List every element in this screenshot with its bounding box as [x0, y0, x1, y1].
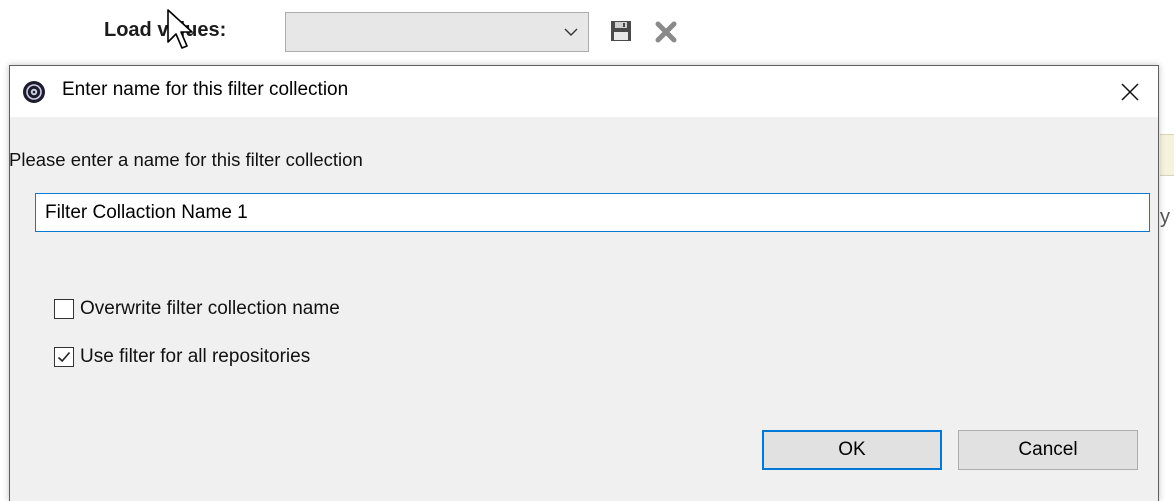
close-icon: [1121, 82, 1139, 101]
overwrite-name-label: Overwrite filter collection name: [80, 298, 340, 319]
load-values-label: Load values:: [104, 19, 227, 41]
use-all-repositories-option[interactable]: Use filter for all repositories: [54, 346, 310, 368]
filter-collection-name-input[interactable]: [35, 193, 1150, 232]
checkmark-icon: [57, 351, 71, 363]
dialog-titlebar[interactable]: Enter name for this filter collection: [10, 66, 1158, 117]
save-icon[interactable]: [610, 20, 632, 42]
delete-icon[interactable]: [653, 19, 679, 45]
background-panel-strip: [1160, 134, 1174, 176]
dialog-title: Enter name for this filter collection: [62, 79, 349, 100]
overwrite-name-checkbox[interactable]: [54, 299, 74, 319]
close-button[interactable]: [1102, 66, 1158, 117]
load-values-dropdown[interactable]: [285, 12, 589, 52]
background-toolbar: Load values:: [0, 0, 1174, 62]
cancel-button[interactable]: Cancel: [958, 430, 1138, 470]
prompt-text: Please enter a name for this filter coll…: [9, 149, 363, 170]
ok-button[interactable]: OK: [762, 430, 942, 470]
use-all-repositories-label: Use filter for all repositories: [80, 346, 311, 367]
chevron-down-icon: [564, 28, 578, 36]
app-disc-icon: [23, 81, 45, 103]
overwrite-name-option[interactable]: Overwrite filter collection name: [54, 298, 340, 320]
filter-collection-dialog: Enter name for this filter collection Pl…: [9, 65, 1159, 501]
use-all-repositories-checkbox[interactable]: [54, 347, 74, 367]
background-partial-text: y: [1160, 206, 1170, 228]
